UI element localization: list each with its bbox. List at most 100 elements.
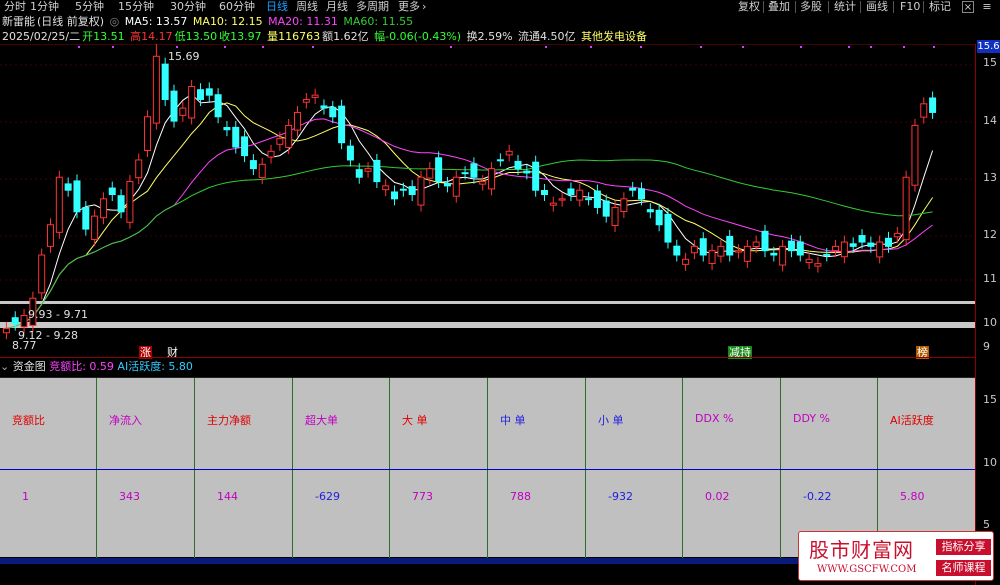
high-price-label: 15.69	[168, 50, 200, 63]
candle	[223, 127, 231, 131]
candle	[779, 245, 787, 266]
mark-button[interactable]: 标记	[929, 0, 951, 14]
sub-ratio: 竞额比: 0.59	[49, 360, 114, 373]
candle	[452, 176, 460, 197]
fund-column: 大 单 773	[390, 378, 488, 558]
fund-column-header: 净流入	[109, 414, 142, 427]
tab-multi-period[interactable]: 多周期	[356, 0, 389, 14]
candle	[646, 209, 654, 213]
tab-60min[interactable]: 60分钟	[219, 0, 255, 14]
multi-stock-button[interactable]: 多股	[800, 0, 822, 14]
draw-line-button[interactable]: 画线	[866, 0, 888, 14]
candle	[443, 182, 451, 187]
ma5-value: MA5: 13.57	[124, 15, 188, 28]
overlay-button[interactable]: 叠加	[768, 0, 790, 14]
fund-column-value: -0.22	[803, 490, 832, 503]
tab-5min[interactable]: 5分钟	[75, 0, 104, 14]
candle	[832, 245, 840, 252]
candle	[761, 230, 769, 252]
axis-label: 15	[983, 56, 997, 69]
collapse-icon[interactable]: ⌄	[0, 360, 9, 373]
candle	[514, 160, 522, 170]
quote-change: 幅-0.06(-0.43%)	[374, 30, 462, 43]
candle	[426, 168, 434, 179]
fund-column: 主力净额 144	[195, 378, 293, 558]
candle	[664, 213, 672, 243]
quote-turnover: 换2.59%	[466, 30, 513, 43]
candle	[805, 258, 813, 263]
candle	[55, 176, 63, 233]
sub-panel-title[interactable]: 资金图	[13, 360, 46, 373]
settings-circle-icon[interactable]: ◎	[110, 15, 120, 28]
candle	[496, 159, 504, 162]
candle	[161, 63, 169, 100]
candle	[196, 89, 204, 100]
tab-daily[interactable]: 日线	[266, 0, 288, 14]
candle	[99, 198, 107, 219]
quote-industry: 其他发电设备	[581, 30, 648, 43]
candle	[655, 209, 663, 226]
candle	[567, 188, 575, 196]
support-band-a	[0, 301, 975, 304]
tab-1min[interactable]: 1分钟	[30, 0, 59, 14]
restore-rights-button[interactable]: 复权	[738, 0, 760, 14]
candle	[188, 86, 196, 119]
tab-30min[interactable]: 30分钟	[170, 0, 206, 14]
candle	[329, 106, 337, 118]
candle	[2, 327, 10, 334]
stock-name: 新雷能	[2, 15, 35, 28]
watermark-url: WWW.GSCFW.COM	[817, 564, 917, 575]
candle	[373, 159, 381, 183]
candle	[717, 245, 725, 257]
fund-column: 净流入 343	[97, 378, 195, 558]
fund-column: 竞额比 1	[0, 378, 97, 558]
candle	[893, 232, 901, 238]
tab-more[interactable]: 更多	[398, 0, 420, 14]
candle	[726, 235, 734, 256]
candle	[276, 137, 284, 145]
candle	[179, 107, 187, 116]
ma10-value: MA10: 12.15	[192, 15, 263, 28]
support-band-b	[0, 322, 975, 328]
candle	[814, 263, 822, 267]
quote-close: 收13.97	[219, 30, 262, 43]
more-arrow-icon[interactable]: ›	[422, 0, 426, 14]
candlestick-chart[interactable]: 15.69 9.93 - 9.71 9.12 - 9.28 8.77	[0, 44, 975, 358]
close-icon[interactable]: ×	[962, 1, 974, 13]
candle	[214, 94, 222, 118]
f10-button[interactable]: F10	[900, 0, 920, 14]
fund-column-header: 大 单	[402, 414, 428, 427]
axis-label: 11	[983, 272, 997, 285]
candle	[743, 245, 751, 262]
candle	[73, 180, 81, 213]
tab-monthly[interactable]: 月线	[326, 0, 348, 14]
candle	[417, 176, 425, 206]
statistics-button[interactable]: 统计	[834, 0, 856, 14]
candle	[11, 317, 19, 325]
tab-timeshare[interactable]: 分时	[4, 0, 26, 14]
fund-column: 小 单 -932	[586, 378, 683, 558]
tab-weekly[interactable]: 周线	[296, 0, 318, 14]
candle	[91, 215, 99, 240]
candle	[558, 198, 566, 201]
axis-label: 13	[983, 171, 997, 184]
tab-15min[interactable]: 15分钟	[118, 0, 154, 14]
fund-column-value: 0.02	[705, 490, 730, 503]
axis-label: 9	[983, 340, 990, 353]
candle	[355, 169, 363, 178]
level-a-label: 9.93 - 9.71	[28, 308, 88, 321]
quote-date: 2025/02/25/二	[2, 30, 81, 43]
candle	[258, 163, 266, 178]
menu-icon[interactable]: ≡	[980, 1, 994, 13]
candle	[920, 103, 928, 118]
candle	[117, 195, 125, 213]
badge-indicator-share[interactable]: 指标分享	[936, 539, 991, 555]
badge-teacher-course[interactable]: 名师课程	[936, 560, 991, 576]
fund-column-value: 5.80	[900, 490, 925, 503]
candle	[532, 161, 540, 191]
candle	[735, 250, 743, 253]
candle	[911, 124, 919, 186]
candle	[135, 159, 143, 179]
candle	[205, 88, 213, 96]
candle	[338, 105, 346, 144]
